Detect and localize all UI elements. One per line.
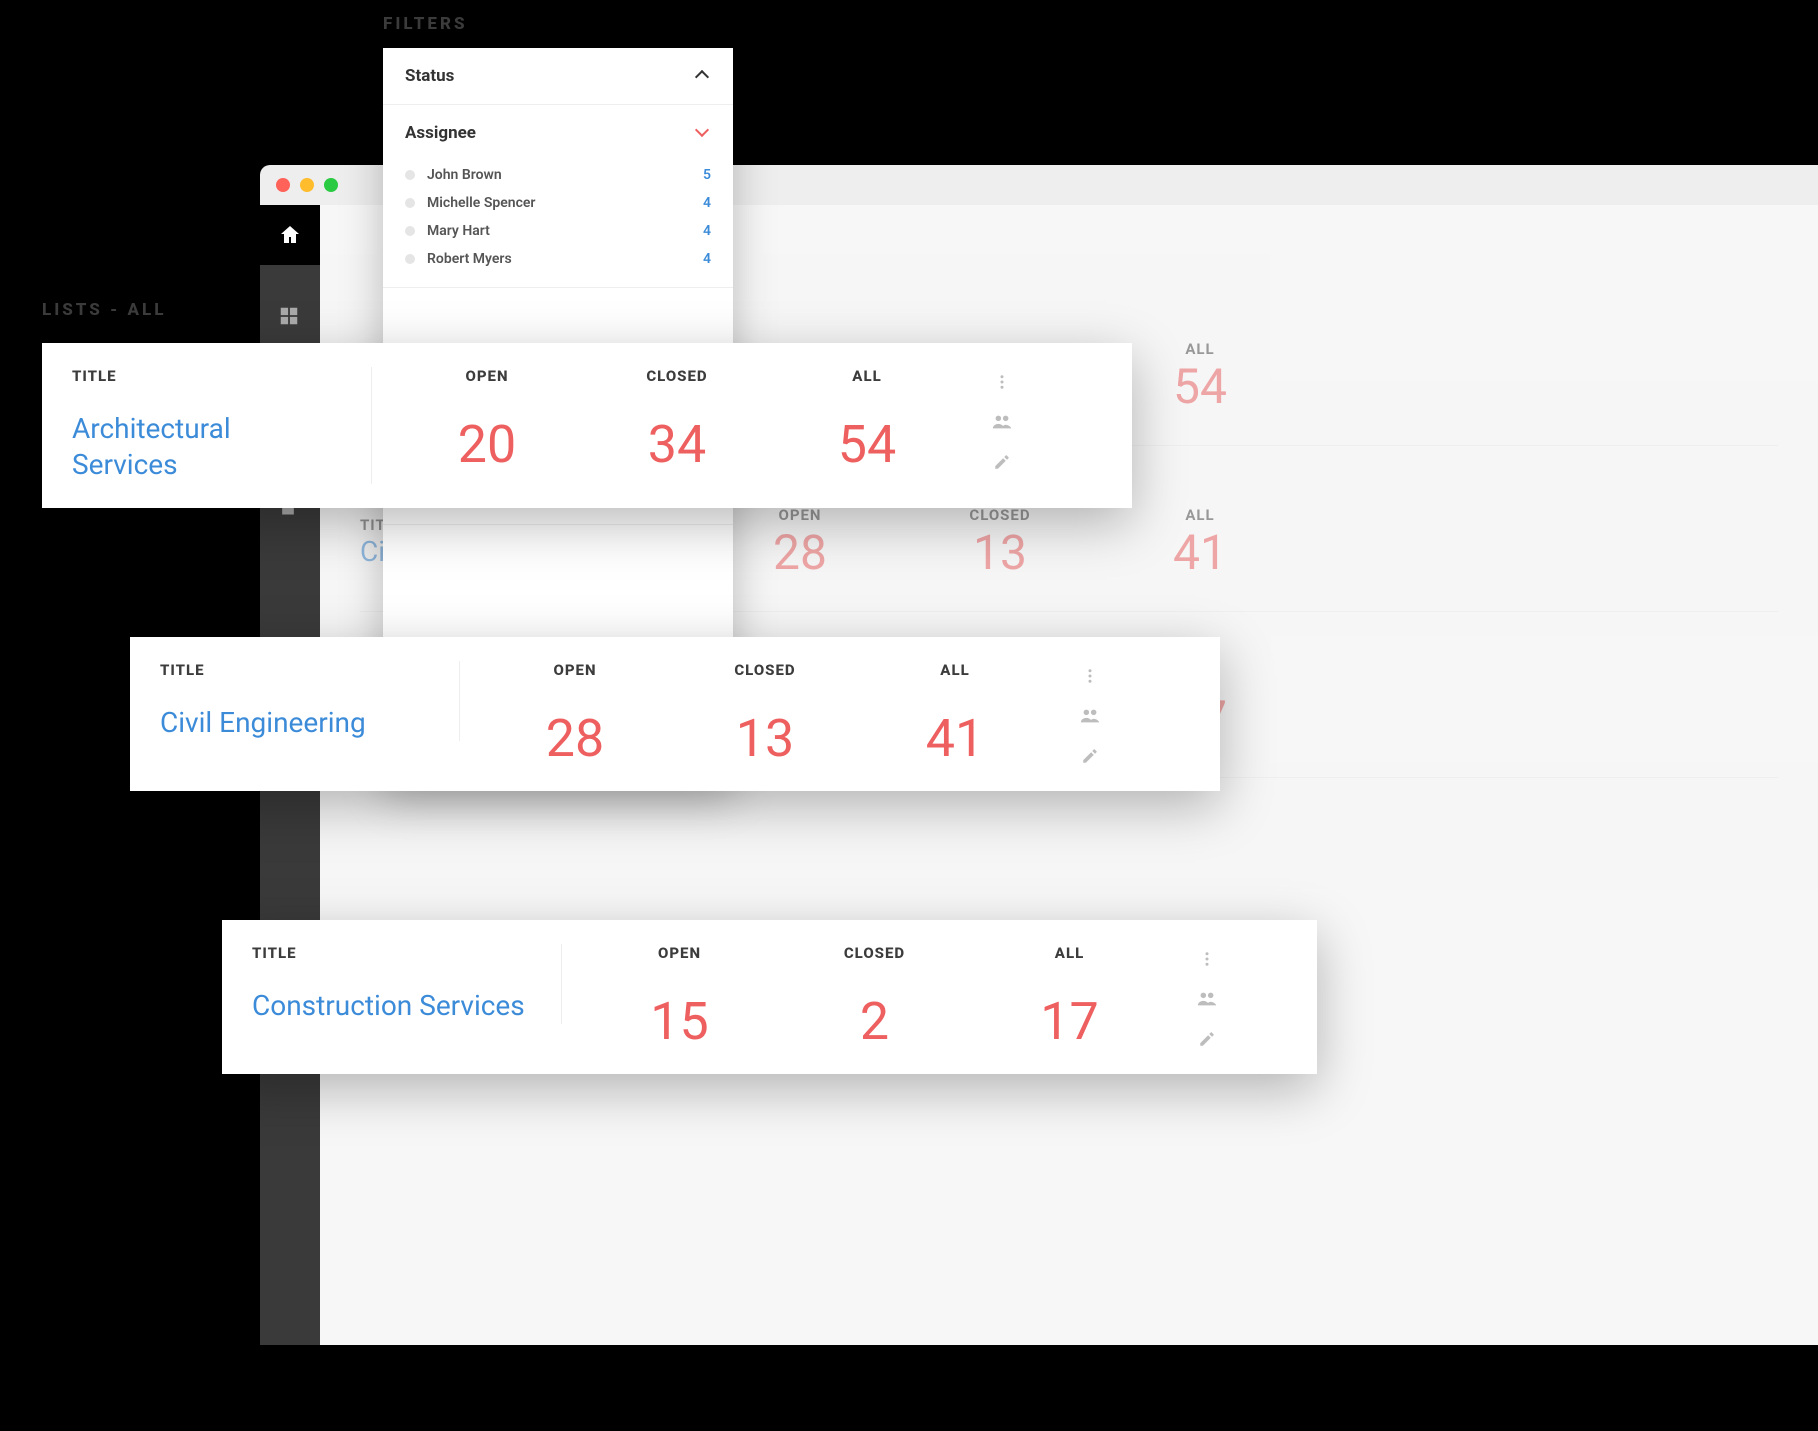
assignee-count: 4: [703, 251, 711, 267]
col-all-header: ALL: [972, 944, 1167, 962]
open-count: 15: [582, 988, 777, 1048]
edit-icon[interactable]: [1196, 1028, 1218, 1050]
all-count: 54: [772, 411, 962, 471]
assignee-row[interactable]: Mary Hart 4: [405, 217, 711, 245]
list-title-link[interactable]: Construction Services: [252, 989, 525, 1022]
people-icon[interactable]: [1196, 988, 1218, 1010]
col-open-header: OPEN: [582, 944, 777, 962]
col-open-header: OPEN: [392, 367, 582, 385]
assignee-name: Michelle Spencer: [427, 195, 703, 211]
filter-assignee-label: Assignee: [405, 123, 476, 143]
chevron-down-icon: [695, 125, 711, 141]
people-icon[interactable]: [1079, 705, 1101, 727]
closed-count: 2: [777, 988, 972, 1048]
edit-icon[interactable]: [991, 451, 1013, 473]
assignee-name: Mary Hart: [427, 223, 703, 239]
list-card-civil: TITLE Civil Engineering OPEN28 CLOSED13 …: [130, 637, 1220, 791]
window-close-dot[interactable]: [276, 178, 290, 192]
filter-assignee-body: John Brown 5 Michelle Spencer 4 Mary Har…: [383, 161, 733, 287]
filter-status-section: Status: [383, 48, 733, 105]
col-all-header: ALL: [860, 661, 1050, 679]
col-closed-header: CLOSED: [777, 944, 972, 962]
more-icon[interactable]: [1196, 948, 1218, 970]
all-count: 17: [972, 988, 1167, 1048]
closed-count: 13: [670, 705, 860, 765]
people-icon[interactable]: [991, 411, 1013, 433]
closed-count: 34: [582, 411, 772, 471]
col-closed-header: CLOSED: [582, 367, 772, 385]
window-minimize-dot[interactable]: [300, 178, 314, 192]
filter-assignee-section: Assignee John Brown 5 Michelle Spencer 4…: [383, 105, 733, 288]
bullet-icon: [405, 226, 415, 236]
more-icon[interactable]: [1079, 665, 1101, 687]
col-open-header: OPEN: [480, 661, 670, 679]
list-card-construction: TITLE Construction Services OPEN 15 CLOSE…: [222, 920, 1317, 1074]
filter-status-label: Status: [405, 66, 454, 86]
list-title-link[interactable]: Civil Engineering: [160, 706, 366, 739]
filters-section-label: FILTERS: [383, 14, 468, 34]
bullet-icon: [405, 254, 415, 264]
assignee-count: 4: [703, 223, 711, 239]
more-icon[interactable]: [991, 371, 1013, 393]
home-icon[interactable]: [278, 223, 302, 247]
col-title-header: TITLE: [160, 661, 429, 679]
col-title-header: TITLE: [252, 944, 531, 962]
edit-icon[interactable]: [1079, 745, 1101, 767]
assignee-row[interactable]: Robert Myers 4: [405, 245, 711, 273]
assignee-count: 4: [703, 195, 711, 211]
col-all-header: ALL: [772, 367, 962, 385]
open-count: 20: [392, 411, 582, 471]
filter-assignee-header[interactable]: Assignee: [383, 105, 733, 161]
window-zoom-dot[interactable]: [324, 178, 338, 192]
chevron-up-icon: [695, 68, 711, 84]
assignee-row[interactable]: Michelle Spencer 4: [405, 189, 711, 217]
assignee-name: Robert Myers: [427, 251, 703, 267]
col-title-header: TITLE: [72, 367, 341, 385]
grid-icon[interactable]: [278, 305, 302, 329]
open-count: 28: [480, 705, 670, 765]
assignee-name: John Brown: [427, 167, 703, 183]
bullet-icon: [405, 198, 415, 208]
col-closed-header: CLOSED: [670, 661, 860, 679]
assignee-row[interactable]: John Brown 5: [405, 161, 711, 189]
all-count: 41: [860, 705, 1050, 765]
lists-section-label: LISTS - ALL: [42, 300, 166, 320]
bullet-icon: [405, 170, 415, 180]
list-card-architectural: TITLE Architectural Services OPEN 20 CLOS…: [42, 343, 1132, 508]
filter-status-header[interactable]: Status: [383, 48, 733, 104]
assignee-count: 5: [703, 167, 711, 183]
list-title-link[interactable]: Architectural Services: [72, 412, 231, 481]
